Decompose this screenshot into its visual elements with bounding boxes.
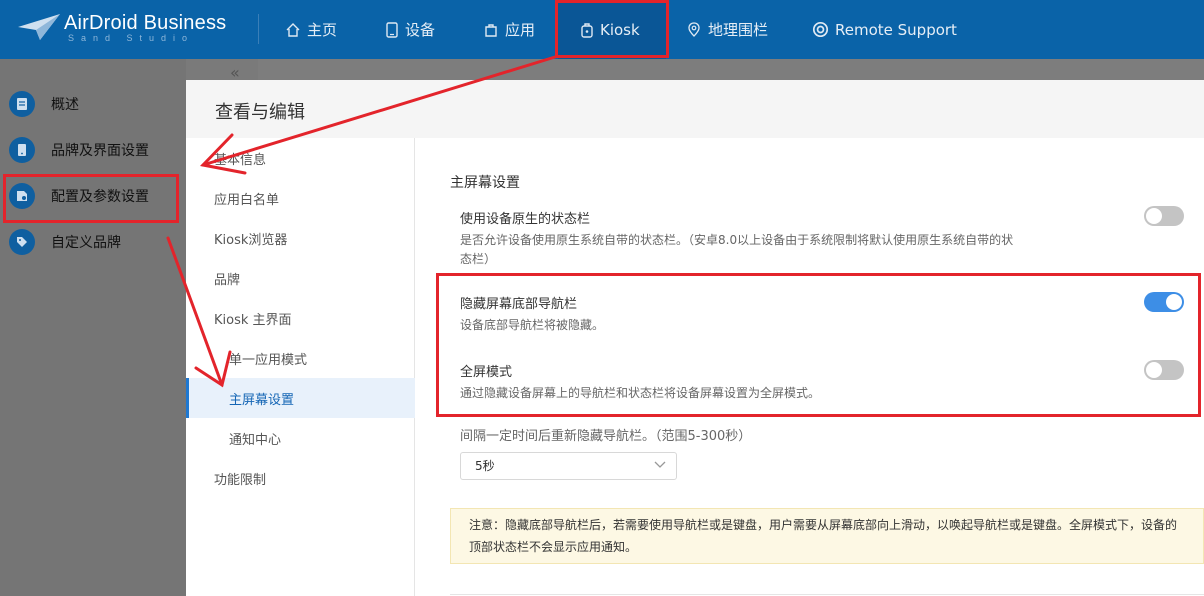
dialog-nav-basic-info[interactable]: 基本信息 (186, 138, 415, 178)
toggle-fullscreen[interactable] (1144, 360, 1184, 380)
option-title-hide-nav-bar: 隐藏屏幕底部导航栏 (460, 297, 578, 312)
dialog-nav-home-screen[interactable]: 主屏幕设置 (186, 378, 415, 418)
sidebar-item-custom-brand[interactable]: 自定义品牌 (0, 219, 186, 265)
nav-geofence-label: 地理围栏 (708, 21, 769, 39)
content-header-strip (258, 59, 1204, 80)
settings-content: 主屏幕设置 使用设备原生的状态栏 是否允许设备使用原生系统自带的状态栏。（安卓8… (416, 138, 1204, 596)
sidebar-item-label: 自定义品牌 (51, 235, 121, 251)
nav-devices-label: 设备 (405, 21, 436, 39)
device-icon (385, 21, 399, 38)
dialog-nav-label: 应用白名单 (214, 192, 280, 208)
nav-home-label: 主页 (307, 21, 338, 39)
sidebar-item-label: 概述 (51, 97, 79, 113)
dialog-nav-label: 通知中心 (229, 432, 282, 448)
sidebar-item-label: 品牌及界面设置 (51, 143, 149, 159)
option-title-fullscreen: 全屏模式 (460, 365, 513, 380)
interval-select-value: 5秒 (475, 459, 495, 473)
divider (450, 594, 1204, 595)
nav-home[interactable]: 主页 (285, 0, 337, 59)
dialog-nav: 基本信息 应用白名单 Kiosk浏览器 品牌 Kiosk 主界面 单一应用模式 … (186, 138, 415, 596)
dialog-nav-brand[interactable]: 品牌 (186, 258, 415, 298)
dialog-nav-single-app[interactable]: 单一应用模式 (186, 338, 415, 378)
chevron-down-icon (654, 461, 666, 468)
info-note: 注意：隐藏底部导航栏后，若需要使用导航栏或是键盘，用户需要从屏幕底部向上滑动，以… (450, 508, 1204, 564)
option-desc-native-status-bar: 是否允许设备使用原生系统自带的状态栏。（安卓8.0以上设备由于系统限制将默认使用… (460, 233, 1014, 266)
paper-plane-icon (18, 14, 60, 40)
toggle-hide-nav-bar[interactable] (1144, 292, 1184, 312)
brand-subtitle: Sand Studio (68, 33, 195, 43)
dialog-nav-label: Kiosk 主界面 (214, 312, 292, 328)
dialog-nav-label: 单一应用模式 (229, 352, 308, 368)
nav-apps-label: 应用 (505, 21, 536, 39)
dialog-nav-kiosk-browser[interactable]: Kiosk浏览器 (186, 218, 415, 258)
section-title: 主屏幕设置 (450, 175, 520, 191)
nav-geofence[interactable]: 地理围栏 (686, 0, 768, 59)
dialog-nav-kiosk-main[interactable]: Kiosk 主界面 (186, 298, 415, 338)
interval-label: 间隔一定时间后重新隐藏导航栏。（范围5-300秒） (460, 429, 752, 444)
dialog-nav-restrictions[interactable]: 功能限制 (186, 458, 415, 498)
dialog-nav-label: Kiosk浏览器 (214, 232, 288, 248)
sidebar-highlight-box (3, 174, 179, 223)
view-edit-dialog: 查看与编辑 基本信息 应用白名单 Kiosk浏览器 品牌 Kiosk 主界面 单… (186, 80, 1204, 596)
left-sidebar: 概述 品牌及界面设置 配置及参数设置 自定义品牌 (0, 59, 186, 596)
brand-logo[interactable]: AirDroid Business Sand Studio (18, 10, 248, 46)
dialog-nav-app-whitelist[interactable]: 应用白名单 (186, 178, 415, 218)
option-desc-fullscreen: 通过隐藏设备屏幕上的导航栏和状态栏将设备屏幕设置为全屏模式。 (460, 386, 821, 400)
dialog-header: 查看与编辑 (186, 80, 1204, 138)
option-desc-hide-nav-bar: 设备底部导航栏将被隐藏。 (460, 318, 605, 332)
app-icon (483, 22, 499, 38)
sidebar-item-brand-ui[interactable]: 品牌及界面设置 (0, 127, 186, 173)
nav-devices[interactable]: 设备 (385, 0, 435, 59)
nav-remote-support-label: Remote Support (835, 20, 957, 39)
option-title-native-status-bar: 使用设备原生的状态栏 (460, 212, 591, 227)
tag-icon (9, 229, 35, 255)
lifebuoy-icon (812, 21, 829, 38)
home-icon (285, 22, 301, 38)
kiosk-highlight-box (555, 0, 669, 58)
brand-title: AirDroid Business (64, 12, 227, 34)
dialog-nav-notification-center[interactable]: 通知中心 (186, 418, 415, 458)
interval-select[interactable]: 5秒 (460, 452, 677, 480)
dialog-title: 查看与编辑 (215, 102, 305, 123)
dialog-nav-label: 品牌 (214, 272, 241, 288)
brand-ui-icon (9, 137, 35, 163)
sidebar-item-overview[interactable]: 概述 (0, 81, 186, 127)
dialog-nav-label: 功能限制 (214, 472, 267, 488)
dialog-nav-label: 主屏幕设置 (229, 392, 295, 408)
nav-remote-support[interactable]: Remote Support (812, 0, 957, 59)
toggle-native-status-bar[interactable] (1144, 206, 1184, 226)
overview-icon (9, 91, 35, 117)
dialog-nav-label: 基本信息 (214, 152, 267, 168)
nav-divider (258, 14, 259, 44)
geofence-icon (686, 21, 702, 38)
nav-apps[interactable]: 应用 (483, 0, 535, 59)
